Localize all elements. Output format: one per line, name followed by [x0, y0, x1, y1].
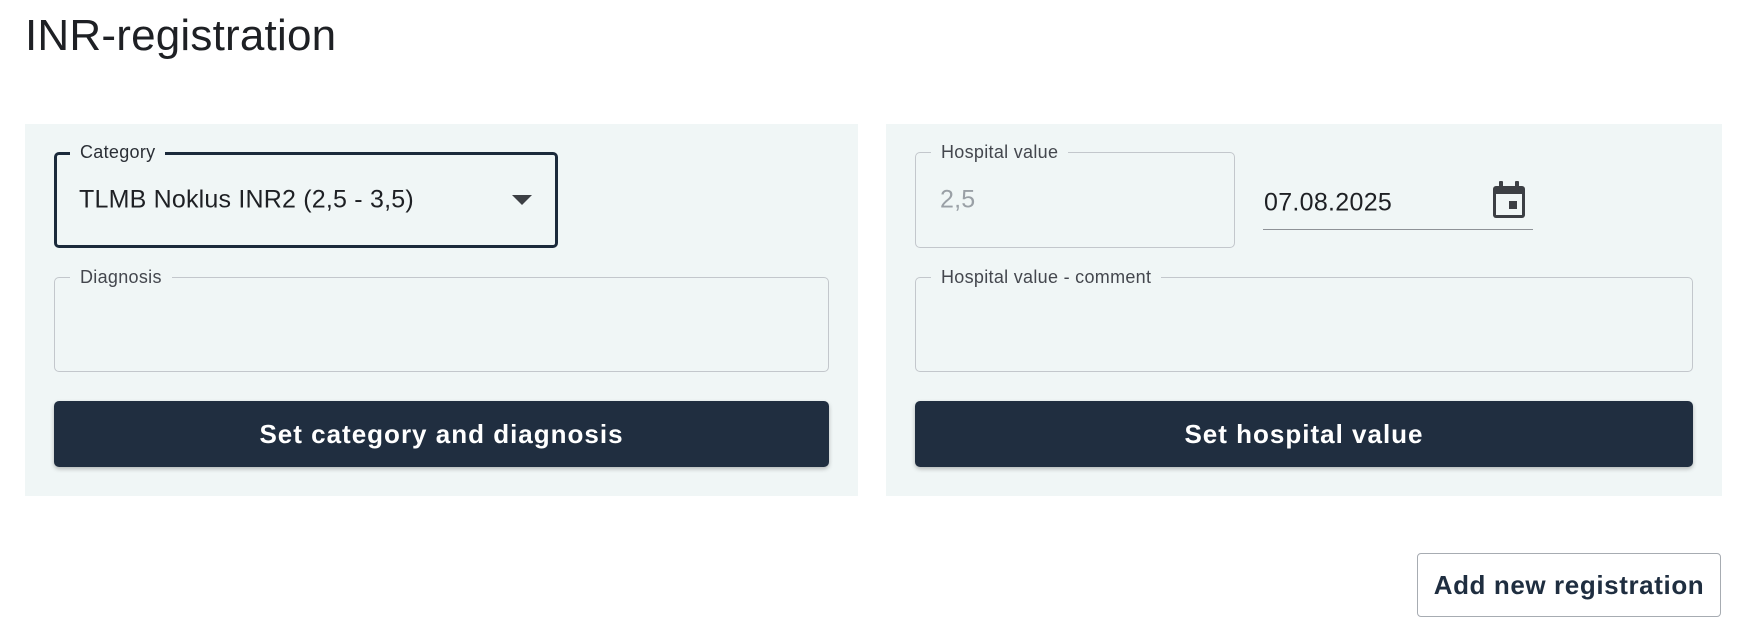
set-category-and-diagnosis-button[interactable]: Set category and diagnosis	[54, 401, 829, 467]
hospital-value-placeholder: 2,5	[940, 185, 976, 214]
page-title: INR-registration	[25, 11, 337, 60]
set-hospital-value-button[interactable]: Set hospital value	[915, 401, 1693, 467]
hospital-value-label: Hospital value	[931, 141, 1069, 163]
hospital-value-panel: Hospital value 2,5 07.08.2025 Hospital v…	[886, 124, 1722, 496]
diagnosis-field[interactable]: Diagnosis	[54, 266, 829, 372]
category-select[interactable]: Category TLMB Noklus INR2 (2,5 - 3,5)	[54, 141, 558, 248]
hospital-value-field[interactable]: Hospital value 2,5	[915, 141, 1235, 248]
diagnosis-label: Diagnosis	[70, 266, 172, 288]
chevron-down-icon[interactable]	[512, 195, 532, 205]
hospital-value-comment-field[interactable]: Hospital value - comment	[915, 266, 1693, 372]
category-diagnosis-panel: Category TLMB Noklus INR2 (2,5 - 3,5) Di…	[25, 124, 858, 496]
calendar-icon[interactable]	[1492, 181, 1526, 219]
category-label: Category	[70, 141, 166, 163]
category-selected-value: TLMB Noklus INR2 (2,5 - 3,5)	[79, 185, 414, 214]
date-value: 07.08.2025	[1264, 188, 1393, 217]
date-field[interactable]: 07.08.2025	[1263, 177, 1533, 230]
hospital-value-comment-label: Hospital value - comment	[931, 266, 1162, 288]
add-new-registration-button[interactable]: Add new registration	[1417, 553, 1721, 617]
